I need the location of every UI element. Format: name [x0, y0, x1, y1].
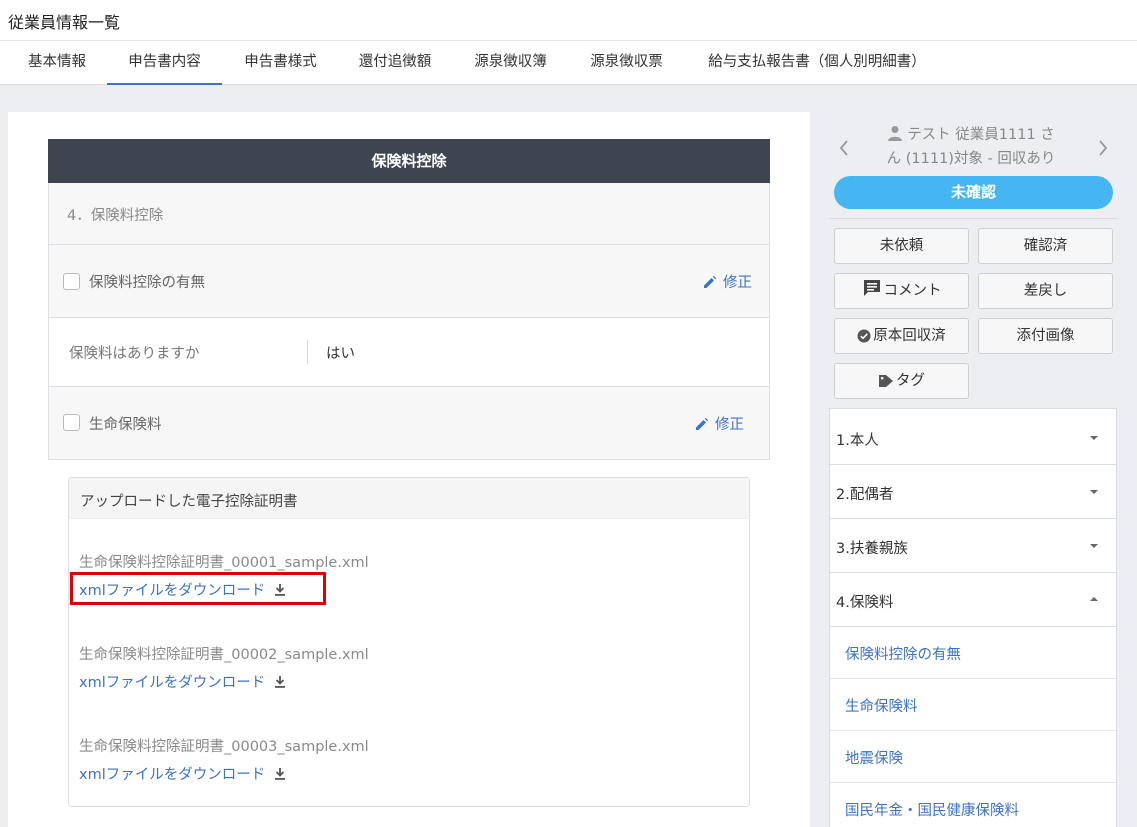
attached-image-button[interactable]: 添付画像	[978, 318, 1113, 354]
download-icon	[275, 676, 286, 688]
confirmed-button[interactable]: 確認済	[978, 228, 1113, 264]
highlight-box	[70, 572, 326, 605]
chevron-right-icon[interactable]	[1096, 136, 1110, 160]
accordion-item-insurance[interactable]: 4.保険料	[830, 573, 1116, 627]
life-insurance-row: 生命保険料 修正	[48, 387, 770, 460]
life-insurance-edit-link[interactable]: 修正	[695, 413, 744, 434]
check-circle-icon	[857, 329, 871, 343]
pencil-icon	[696, 417, 709, 430]
page-title: 従業員情報一覧	[8, 13, 121, 32]
download-label: xmlファイルをダウンロード	[79, 675, 266, 691]
edit-label: 修正	[723, 275, 752, 291]
section-subtitle: 4．保険料控除	[67, 208, 164, 224]
employee-name-line2: ん (1111)対象 - 回収あり	[886, 151, 1056, 167]
subitem-label: 地震保険	[845, 751, 903, 767]
tab-declaration-content[interactable]: 申告書内容	[107, 41, 222, 85]
status-badge[interactable]: 未確認	[834, 176, 1113, 209]
tab-refund-amount[interactable]: 還付追徴額	[339, 41, 451, 85]
chevron-left-icon[interactable]	[837, 136, 851, 160]
file-name: 生命保険料控除証明書_00002_sample.xml	[79, 647, 369, 663]
accordion-label: 3.扶養親族	[836, 541, 908, 557]
accordion-subitem-earthquake-insurance[interactable]: 地震保険	[830, 731, 1116, 783]
accordion-label: 2.配偶者	[836, 487, 894, 503]
not-requested-button[interactable]: 未依頼	[834, 228, 969, 264]
presence-label: 保険料控除の有無	[89, 275, 205, 291]
pencil-icon	[704, 275, 717, 288]
accordion-label: 1.本人	[836, 433, 879, 449]
tag-button[interactable]: タグ	[834, 363, 969, 399]
accordion-subitem-presence[interactable]: 保険料控除の有無	[830, 627, 1116, 679]
question-row: 保険料はありますか はい	[48, 318, 770, 387]
employee-name-line1: テスト 従業員1111 さ	[907, 127, 1055, 143]
tag-icon	[879, 375, 893, 387]
tab-withholding-ledger[interactable]: 源泉徴収簿	[454, 41, 567, 85]
uploaded-certificates-title: アップロードした電子控除証明書	[80, 494, 298, 510]
download-icon	[275, 768, 286, 780]
original-collected-label: 原本回収済	[873, 328, 946, 344]
tab-basic-info[interactable]: 基本情報	[10, 41, 104, 85]
original-collected-button[interactable]: 原本回収済	[834, 318, 969, 354]
question-label: 保険料はありますか	[69, 346, 200, 362]
section-subtitle-row: 4．保険料控除	[48, 183, 770, 245]
edit-label: 修正	[715, 417, 744, 433]
comment-label: コメント	[883, 283, 942, 299]
presence-edit-link[interactable]: 修正	[703, 271, 752, 292]
presence-row: 保険料控除の有無 修正	[48, 245, 770, 318]
section-header: 保険料控除	[48, 139, 770, 183]
presence-checkbox[interactable]	[63, 273, 80, 290]
tab-payment-report[interactable]: 給与支払報告書（個人別明細書）	[686, 41, 948, 85]
xml-download-link[interactable]: xmlファイルをダウンロード	[79, 671, 286, 692]
person-icon	[888, 126, 903, 141]
download-label: xmlファイルをダウンロード	[79, 767, 266, 783]
accordion-label: 4.保険料	[836, 595, 894, 611]
caret-down-icon	[1090, 544, 1098, 548]
subitem-label: 保険料控除の有無	[845, 647, 961, 663]
accordion-item-self[interactable]: 1.本人	[830, 411, 1116, 465]
uploaded-certificates-header: アップロードした電子控除証明書	[69, 478, 749, 519]
caret-down-icon	[1090, 490, 1098, 494]
xml-download-link[interactable]: xmlファイルをダウンロード	[79, 763, 286, 784]
comment-icon	[863, 280, 880, 296]
accordion-subitem-national-pension[interactable]: 国民年金・国民健康保険料	[830, 783, 1116, 827]
accordion-item-spouse[interactable]: 2.配偶者	[830, 465, 1116, 519]
subitem-label: 生命保険料	[845, 699, 918, 715]
tab-declaration-form[interactable]: 申告書様式	[225, 41, 336, 85]
life-insurance-checkbox[interactable]	[63, 414, 80, 431]
comment-button[interactable]: コメント	[834, 273, 969, 309]
caret-down-icon	[1090, 436, 1098, 440]
send-back-button[interactable]: 差戻し	[978, 273, 1113, 309]
column-divider	[307, 340, 308, 364]
file-name: 生命保険料控除証明書_00001_sample.xml	[79, 555, 369, 571]
uploaded-certificates-box: アップロードした電子控除証明書 生命保険料控除証明書_00001_sample.…	[68, 477, 750, 807]
caret-up-icon	[1090, 597, 1098, 601]
tab-withholding-slip[interactable]: 源泉徴収票	[570, 41, 683, 85]
section-accordion: 1.本人 2.配偶者 3.扶養親族 4.保険料 保険料控除の有無 生命保険料 地…	[829, 408, 1117, 827]
answer-value: はい	[326, 346, 355, 362]
file-name: 生命保険料控除証明書_00003_sample.xml	[79, 739, 369, 755]
top-bar: 従業員情報一覧	[0, 0, 1137, 41]
accordion-subitem-life-insurance[interactable]: 生命保険料	[830, 679, 1116, 731]
tag-label: タグ	[896, 373, 925, 389]
tab-bar: 基本情報 申告書内容 申告書様式 還付追徴額 源泉徴収簿 源泉徴収票 給与支払報…	[0, 41, 1137, 85]
accordion-item-dependents[interactable]: 3.扶養親族	[830, 519, 1116, 573]
subitem-label: 国民年金・国民健康保険料	[845, 803, 1019, 819]
employee-name: テスト 従業員1111 さ ん (1111)対象 - 回収あり	[851, 123, 1091, 171]
life-insurance-label: 生命保険料	[89, 417, 162, 433]
side-divider	[829, 218, 1117, 219]
